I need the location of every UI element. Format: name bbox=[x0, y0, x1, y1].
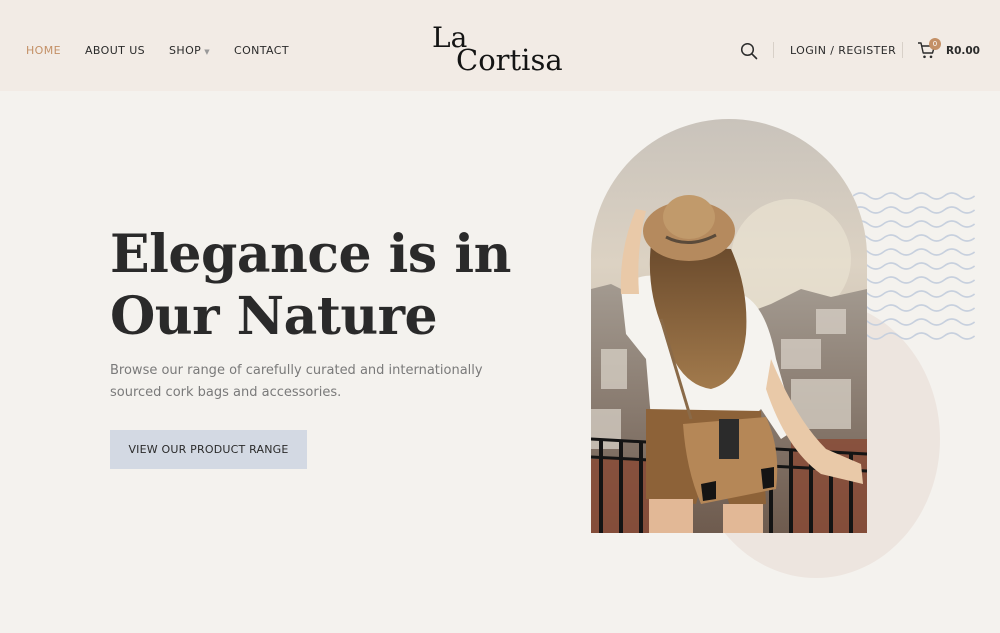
hero-image bbox=[591, 119, 867, 533]
nav-contact[interactable]: CONTACT bbox=[234, 44, 289, 57]
main-nav: HOME ABOUT US SHOP ▼ CONTACT bbox=[26, 44, 313, 57]
header-divider bbox=[773, 42, 774, 58]
nav-contact-label: CONTACT bbox=[233, 44, 289, 57]
cart-button[interactable]: 0 R0.00 bbox=[917, 38, 987, 62]
site-logo[interactable]: La Cortisa bbox=[432, 24, 572, 80]
hero-photo-illustration bbox=[591, 119, 867, 533]
hero-title: Elegance is in Our Nature bbox=[110, 224, 511, 347]
nav-shop-label: SHOP bbox=[169, 44, 202, 57]
chevron-down-icon: ▼ bbox=[204, 47, 210, 56]
nav-home[interactable]: HOME bbox=[26, 44, 61, 57]
nav-home-label: HOME bbox=[26, 44, 61, 57]
header-divider bbox=[902, 42, 903, 58]
logo-line-2: Cortisa bbox=[456, 43, 563, 77]
wave-pattern bbox=[853, 192, 975, 340]
view-product-range-button[interactable]: VIEW OUR PRODUCT RANGE bbox=[110, 430, 307, 469]
site-header: HOME ABOUT US SHOP ▼ CONTACT La Cortisa L… bbox=[0, 0, 1000, 91]
login-register-link[interactable]: LOGIN / REGISTER bbox=[790, 44, 896, 57]
search-icon[interactable] bbox=[740, 42, 758, 60]
cart-total: R0.00 bbox=[946, 45, 980, 57]
nav-shop[interactable]: SHOP ▼ bbox=[169, 44, 210, 57]
hero-subtitle: Browse our range of carefully curated an… bbox=[110, 363, 483, 400]
cart-count-badge: 0 bbox=[929, 38, 941, 50]
nav-about-us-label: ABOUT US bbox=[84, 44, 146, 57]
nav-about-us[interactable]: ABOUT US bbox=[85, 44, 145, 57]
